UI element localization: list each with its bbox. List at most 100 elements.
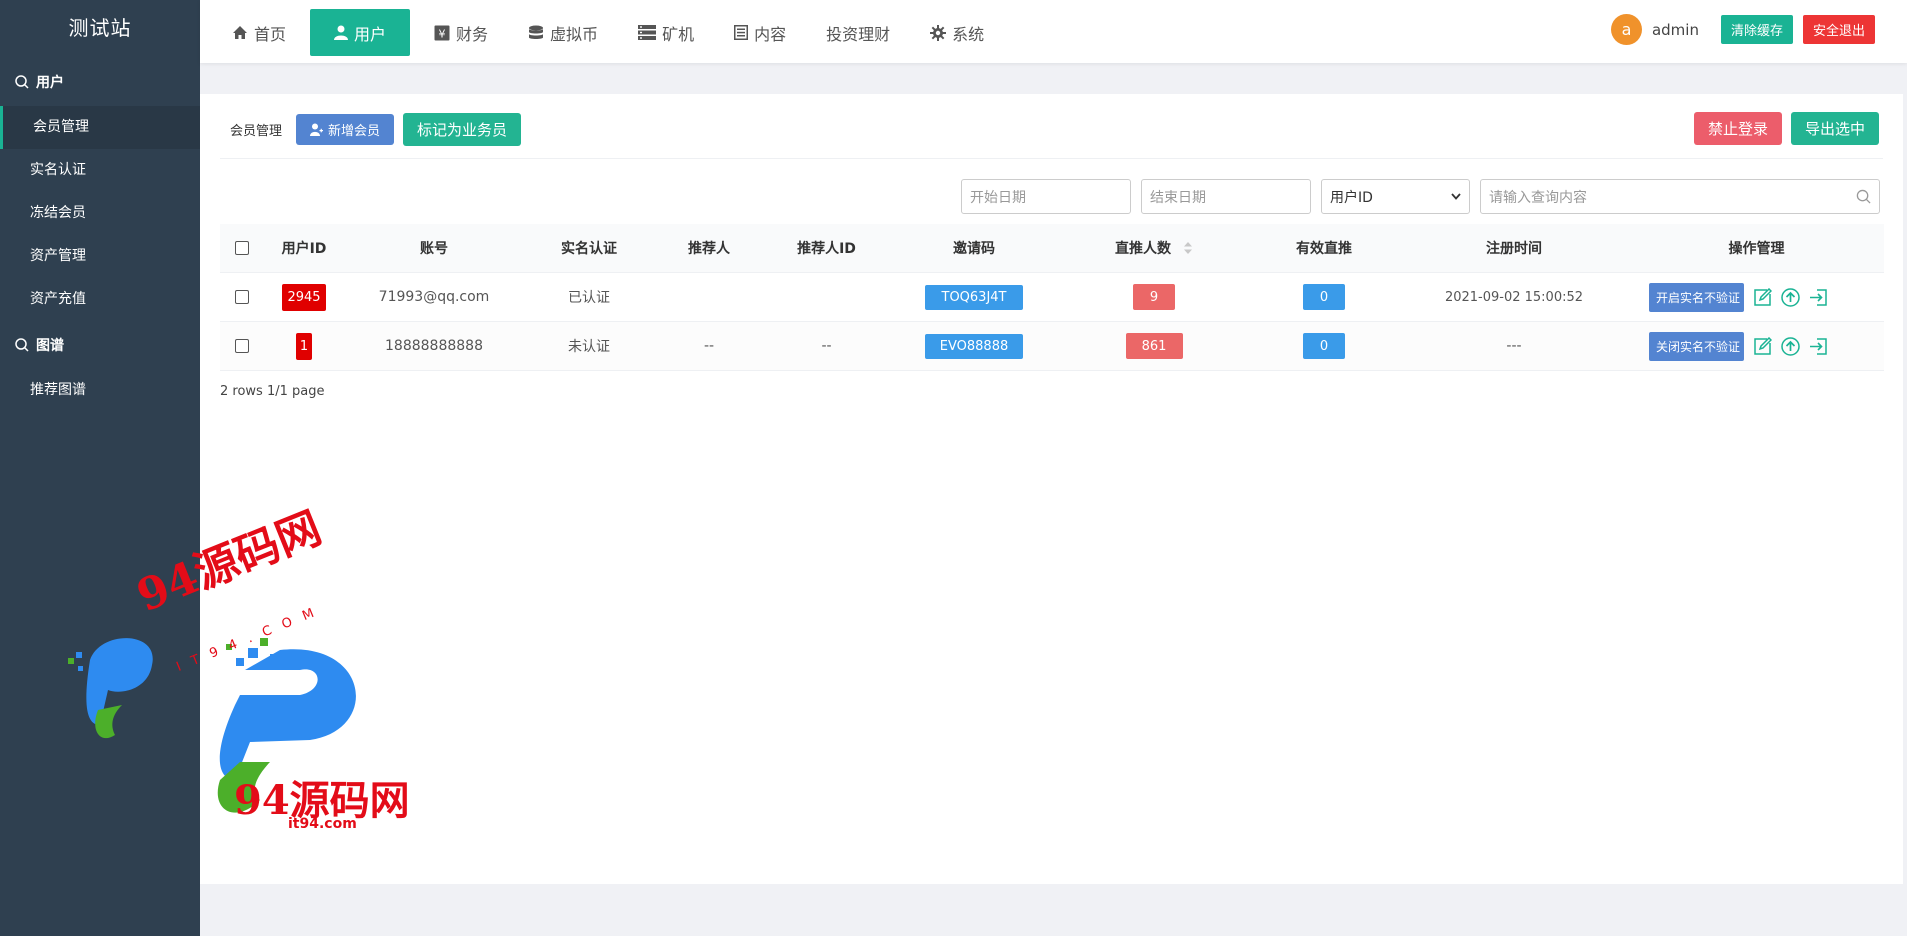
header-direct-count[interactable]: 直推人数 xyxy=(1059,238,1249,258)
user-id-cell: 2945 xyxy=(264,283,344,311)
main-panel: 会员管理 新增会员 标记为业务员 禁止登录 导出选中 开始日期 结束日期 用户I… xyxy=(200,94,1903,884)
member-table: 用户ID 账号 实名认证 推荐人 推荐人ID 邀请码 直推人数 有效直推 注册时… xyxy=(220,224,1884,371)
toolbar: 会员管理 新增会员 标记为业务员 xyxy=(230,113,530,146)
user-id-badge: 1 xyxy=(295,332,313,360)
divider xyxy=(220,158,1883,159)
search-icon xyxy=(15,75,29,89)
top-navbar: 首页 用户 ¥ 财务 虚拟币 矿机 内容 投资理财 系统 a admin 清除缓… xyxy=(200,0,1907,63)
nav-system[interactable]: 系统 xyxy=(914,9,1000,56)
brand-title: 测试站 xyxy=(68,16,132,40)
verified-cell: 未认证 xyxy=(568,339,610,355)
server-icon xyxy=(638,25,657,40)
search-field-select[interactable]: 用户ID xyxy=(1321,179,1470,214)
row-checkbox-cell xyxy=(220,290,264,304)
valid-direct-badge[interactable]: 0 xyxy=(1303,333,1345,359)
toggle-verification-button[interactable]: 关闭实名不验证 xyxy=(1649,331,1744,361)
mark-salesman-button[interactable]: 标记为业务员 xyxy=(403,113,522,146)
home-icon xyxy=(232,25,248,40)
sidebar-group-label: 用户 xyxy=(36,75,64,91)
account-cell: 18888888888 xyxy=(385,338,483,354)
search-icon[interactable] xyxy=(1856,189,1871,204)
username-label[interactable]: admin xyxy=(1652,21,1699,39)
nav-miner-label: 矿机 xyxy=(662,24,695,44)
valid-direct-badge[interactable]: 0 xyxy=(1303,284,1345,310)
search-icon xyxy=(15,338,29,352)
yen-icon: ¥ xyxy=(434,25,450,41)
start-date-input[interactable]: 开始日期 xyxy=(961,179,1131,214)
avatar[interactable]: a xyxy=(1610,14,1642,45)
invite-code-cell: EVO88888 xyxy=(889,333,1059,359)
document-icon xyxy=(734,25,749,40)
select-all-checkbox[interactable] xyxy=(235,241,249,255)
direct-count-cell: 9 xyxy=(1059,284,1249,310)
nav-home[interactable]: 首页 xyxy=(216,9,302,56)
invite-code-badge: EVO88888 xyxy=(925,333,1023,359)
clear-cache-button[interactable]: 清除缓存 xyxy=(1720,15,1793,44)
logout-button[interactable]: 安全退出 xyxy=(1802,15,1875,44)
nav-investment[interactable]: 投资理财 xyxy=(810,9,906,56)
sidebar-item-member-management[interactable]: 会员管理 xyxy=(0,106,200,149)
bottom-bar xyxy=(200,884,1907,936)
nav-crypto[interactable]: 虚拟币 xyxy=(512,9,614,56)
toggle-verification-button[interactable]: 开启实名不验证 xyxy=(1649,282,1744,312)
direct-count-badge[interactable]: 9 xyxy=(1133,284,1175,310)
export-selected-button[interactable]: 导出选中 xyxy=(1790,112,1879,145)
header-user-id[interactable]: 用户ID xyxy=(264,238,344,258)
nav-user-label: 用户 xyxy=(354,24,387,44)
page-title: 会员管理 xyxy=(230,124,283,139)
header-actions-label: 操作管理 xyxy=(1728,241,1785,257)
upload-icon[interactable] xyxy=(1781,336,1800,356)
table-header: 用户ID 账号 实名认证 推荐人 推荐人ID 邀请码 直推人数 有效直推 注册时… xyxy=(220,224,1884,273)
toolbar-actions: 禁止登录 导出选中 xyxy=(1693,112,1879,145)
filter-bar: 开始日期 结束日期 用户ID 请输入查询内容 xyxy=(961,179,1880,214)
nav-content-label: 内容 xyxy=(754,24,787,44)
reg-time-cell: --- xyxy=(1506,338,1522,354)
referrer-cell: -- xyxy=(703,338,715,354)
sidebar-group-user[interactable]: 用户 xyxy=(0,58,200,106)
user-icon xyxy=(334,25,349,40)
select-all-cell xyxy=(220,241,264,255)
end-date-input[interactable]: 结束日期 xyxy=(1141,179,1311,214)
search-placeholder: 请输入查询内容 xyxy=(1489,189,1587,206)
verified-cell: 已认证 xyxy=(568,290,610,306)
sidebar-item-frozen-members[interactable]: 冻结会员 xyxy=(0,192,200,235)
nav-content[interactable]: 内容 xyxy=(718,9,802,56)
upload-icon[interactable] xyxy=(1781,287,1800,307)
nav-home-label: 首页 xyxy=(254,24,287,44)
svg-text:¥: ¥ xyxy=(439,27,446,40)
account-cell: 71993@qq.com xyxy=(378,289,490,305)
user-area: a admin 清除缓存 安全退出 xyxy=(1610,14,1875,45)
nav-system-label: 系统 xyxy=(952,24,985,44)
ban-login-button[interactable]: 禁止登录 xyxy=(1693,112,1782,145)
sidebar-item-real-name-verification[interactable]: 实名认证 xyxy=(0,149,200,192)
nav-finance[interactable]: ¥ 财务 xyxy=(418,9,504,56)
search-input[interactable]: 请输入查询内容 xyxy=(1480,179,1880,214)
database-icon xyxy=(528,25,544,41)
table-row: 2945 71993@qq.com 已认证 TOQ63J4T 9 0 2021-… xyxy=(220,273,1884,322)
header-verified: 实名认证 xyxy=(561,241,617,257)
nav-finance-label: 财务 xyxy=(456,24,489,44)
row-checkbox[interactable] xyxy=(235,339,249,353)
main-nav: 首页 用户 ¥ 财务 虚拟币 矿机 内容 投资理财 系统 xyxy=(216,9,1008,56)
valid-direct-cell: 0 xyxy=(1249,333,1399,359)
header-account: 账号 xyxy=(420,241,448,257)
valid-direct-cell: 0 xyxy=(1249,284,1399,310)
login-icon[interactable] xyxy=(1809,337,1828,356)
user-id-badge: 2945 xyxy=(282,283,326,311)
sidebar-item-asset-management[interactable]: 资产管理 xyxy=(0,235,200,278)
header-referrer: 推荐人 xyxy=(688,241,730,257)
sort-icon[interactable] xyxy=(1183,242,1193,254)
add-member-button[interactable]: 新增会员 xyxy=(296,114,395,145)
direct-count-badge[interactable]: 861 xyxy=(1125,333,1183,359)
row-checkbox[interactable] xyxy=(235,290,249,304)
login-icon[interactable] xyxy=(1809,288,1828,307)
nav-miner[interactable]: 矿机 xyxy=(622,9,710,56)
nav-user[interactable]: 用户 xyxy=(310,9,411,56)
header-invite-code: 邀请码 xyxy=(953,241,995,257)
sidebar-group-graph[interactable]: 图谱 xyxy=(0,321,200,369)
user-plus-icon xyxy=(310,123,324,136)
sidebar-item-referral-graph[interactable]: 推荐图谱 xyxy=(0,369,200,412)
edit-icon[interactable] xyxy=(1753,336,1772,356)
sidebar-item-asset-recharge[interactable]: 资产充值 xyxy=(0,278,200,321)
edit-icon[interactable] xyxy=(1753,287,1772,307)
